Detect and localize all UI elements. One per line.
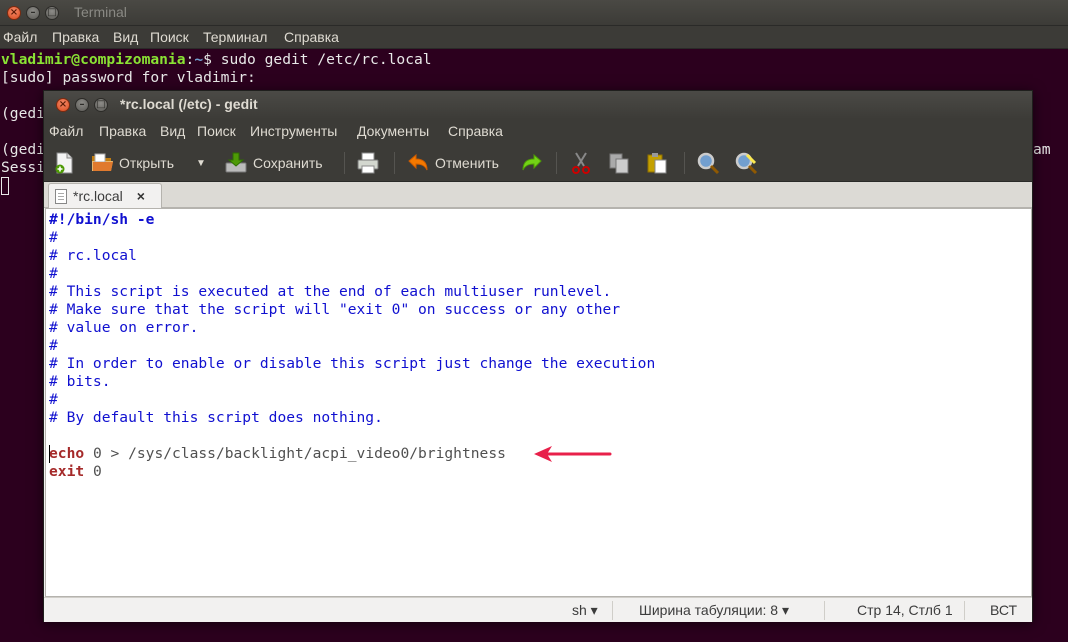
save-button[interactable]: Сохранить: [224, 149, 323, 177]
text-document-icon: [55, 188, 67, 204]
copy-icon: [607, 151, 631, 175]
code-line: # In order to enable or disable this scr…: [49, 355, 656, 372]
toolbar-separator: [394, 152, 395, 174]
terminal-output-fragment: am: [1033, 141, 1051, 158]
open-recent-dropdown[interactable]: ▼: [196, 149, 206, 177]
new-document-button[interactable]: [52, 149, 76, 177]
gedit-menu-search[interactable]: Поиск: [197, 123, 236, 139]
gedit-titlebar: × – □ *rc.local (/etc) - gedit: [44, 91, 1032, 119]
gedit-maximize-button[interactable]: □: [94, 98, 108, 112]
code-line: #: [49, 265, 58, 282]
gedit-minimize-button[interactable]: –: [75, 98, 89, 112]
text-caret: [49, 445, 50, 463]
redo-button[interactable]: [520, 149, 544, 177]
gedit-toolbar: Открыть ▼ Сохранить Отменить: [44, 144, 1032, 182]
status-separator: [612, 601, 613, 620]
save-icon: [224, 151, 248, 175]
cut-button[interactable]: [569, 149, 593, 177]
tab-width-selector[interactable]: Ширина табуляции: 8 ▾: [639, 602, 789, 619]
find-button[interactable]: [696, 149, 720, 177]
terminal-output-line: Sessi: [1, 159, 45, 176]
toolbar-separator: [684, 152, 685, 174]
toolbar-separator: [556, 152, 557, 174]
gedit-menu-file[interactable]: Файл: [49, 123, 83, 139]
open-button-label: Открыть: [119, 155, 174, 171]
code-line: # rc.local: [49, 247, 137, 264]
terminal-menu-help[interactable]: Справка: [284, 29, 339, 45]
copy-button[interactable]: [607, 149, 631, 177]
gedit-statusbar: sh ▾ Ширина табуляции: 8 ▾ Стр 14, Стлб …: [44, 597, 1032, 622]
terminal-maximize-button[interactable]: □: [45, 6, 59, 20]
code-line: # bits.: [49, 373, 111, 390]
save-button-label: Сохранить: [253, 155, 323, 171]
terminal-menubar: Файл Правка Вид Поиск Терминал Справка: [0, 26, 1068, 49]
code-line: #: [49, 229, 58, 246]
terminal-cursor: [1, 177, 9, 195]
replace-button[interactable]: [734, 149, 758, 177]
paste-button[interactable]: [645, 149, 669, 177]
code-line: # value on error.: [49, 319, 199, 336]
printer-icon: [356, 151, 380, 175]
code-line: # This script is executed at the end of …: [49, 283, 612, 300]
gedit-menu-edit[interactable]: Правка: [99, 123, 146, 139]
terminal-output-line: (gedi: [1, 105, 45, 122]
code-line-echo: echo 0 > /sys/class/backlight/acpi_video…: [49, 445, 506, 462]
open-button[interactable]: Открыть: [90, 149, 174, 177]
find-replace-icon: [734, 151, 758, 175]
gedit-window: × – □ *rc.local (/etc) - gedit Файл Прав…: [43, 90, 1033, 622]
gedit-menu-tools[interactable]: Инструменты: [250, 123, 337, 139]
status-separator: [964, 601, 965, 620]
code-line: #!/bin/sh -e: [49, 211, 155, 228]
language-selector[interactable]: sh ▾: [572, 602, 598, 619]
insert-mode: ВСТ: [990, 602, 1018, 618]
tab-rc-local[interactable]: *rc.local ×: [48, 183, 162, 208]
annotation-arrow-icon: [534, 446, 612, 462]
redo-arrow-icon: [520, 151, 544, 175]
terminal-titlebar: × – □ Terminal: [0, 0, 1068, 26]
text-editor[interactable]: #!/bin/sh -e # # rc.local # # This scrip…: [45, 208, 1032, 597]
paste-clipboard-icon: [645, 151, 669, 175]
gedit-menu-view[interactable]: Вид: [160, 123, 185, 139]
undo-button[interactable]: Отменить: [406, 149, 499, 177]
code-line-exit: exit 0: [49, 463, 102, 480]
terminal-menu-edit[interactable]: Правка: [52, 29, 99, 45]
gedit-tabbar: *rc.local ×: [44, 182, 1032, 208]
new-document-icon: [52, 151, 76, 175]
undo-button-label: Отменить: [435, 155, 499, 171]
terminal-menu-view[interactable]: Вид: [113, 29, 138, 45]
terminal-minimize-button[interactable]: –: [26, 6, 40, 20]
magnifier-icon: [696, 151, 720, 175]
terminal-menu-file[interactable]: Файл: [3, 29, 37, 45]
code-line: # By default this script does nothing.: [49, 409, 383, 426]
code-line: # Make sure that the script will "exit 0…: [49, 301, 621, 318]
terminal-title: Terminal: [74, 4, 127, 20]
gedit-menu-help[interactable]: Справка: [448, 123, 503, 139]
cursor-position: Стр 14, Стлб 1: [857, 602, 953, 618]
toolbar-separator: [344, 152, 345, 174]
terminal-menu-search[interactable]: Поиск: [150, 29, 189, 45]
chevron-down-icon: ▼: [196, 157, 206, 169]
gedit-menu-documents[interactable]: Документы: [357, 123, 429, 139]
print-button[interactable]: [356, 149, 380, 177]
gedit-menubar: Файл Правка Вид Поиск Инструменты Докуме…: [44, 119, 1032, 144]
scissors-icon: [569, 151, 593, 175]
gedit-close-button[interactable]: ×: [56, 98, 70, 112]
undo-arrow-icon: [406, 151, 430, 175]
gedit-title: *rc.local (/etc) - gedit: [120, 96, 258, 112]
code-line: #: [49, 337, 58, 354]
tab-close-button[interactable]: ×: [137, 188, 145, 204]
terminal-menu-terminal[interactable]: Терминал: [203, 29, 267, 45]
terminal-sudo-line: [sudo] password for vladimir:: [1, 69, 256, 86]
terminal-close-button[interactable]: ×: [7, 6, 21, 20]
code-line: #: [49, 391, 58, 408]
tab-label: *rc.local: [73, 188, 123, 204]
open-folder-icon: [90, 151, 114, 175]
terminal-output-line: (gedi: [1, 141, 45, 158]
status-separator: [824, 601, 825, 620]
terminal-command-line: vladimir@compizomania:~$ sudo gedit /etc…: [1, 51, 432, 68]
